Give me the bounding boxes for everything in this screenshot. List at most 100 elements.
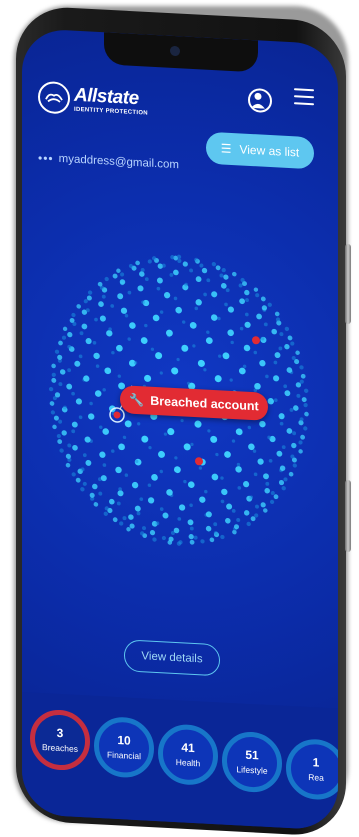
globe-dot — [62, 326, 68, 332]
globe-dot — [205, 337, 213, 345]
wrench-icon: 🔧 — [129, 392, 145, 408]
globe-dot — [82, 481, 87, 486]
globe-dot — [92, 483, 98, 490]
globe-dot — [144, 277, 149, 282]
category-label: Lifestyle — [236, 763, 268, 776]
globe-dot — [81, 323, 88, 330]
globe-dot — [246, 521, 251, 527]
globe-dot — [278, 346, 283, 351]
globe-dot — [186, 381, 191, 385]
globe-dot — [274, 352, 281, 359]
globe-dot — [93, 502, 99, 507]
globe-dot — [284, 343, 290, 350]
globe-dot — [269, 499, 275, 505]
globe-dot — [290, 454, 295, 459]
globe-dot — [187, 519, 194, 526]
allstate-logo[interactable]: Allstate IDENTITY PROTECTION — [38, 80, 148, 119]
globe-dot — [66, 383, 73, 390]
globe-dot — [242, 364, 247, 369]
globe-dot — [139, 271, 145, 277]
globe-dot — [286, 367, 293, 373]
globe-dot — [301, 397, 307, 403]
globe-dot — [171, 367, 179, 375]
globe-dot — [278, 413, 285, 420]
globe-dot — [206, 278, 211, 283]
globe-dot — [291, 356, 296, 361]
globe-dot — [65, 462, 71, 468]
globe-dot — [159, 310, 164, 314]
globe-dot — [97, 281, 103, 287]
globe-dot — [104, 367, 112, 375]
view-as-list-button[interactable]: ☰ View as list — [206, 131, 314, 170]
globe-dot — [162, 512, 169, 519]
globe-dot — [240, 277, 245, 283]
globe-dot — [274, 311, 280, 317]
globe-dot — [89, 401, 93, 406]
globe-dot — [173, 296, 178, 301]
globe-dot — [111, 449, 115, 453]
globe-dot — [124, 313, 129, 318]
globe-dot — [155, 352, 163, 360]
globe-dot — [71, 391, 75, 396]
globe-dot — [156, 277, 163, 284]
category-count: 3 — [56, 726, 64, 741]
globe-dot — [217, 316, 221, 321]
globe-dot — [87, 290, 93, 295]
globe-dot — [129, 523, 135, 529]
phone-screen: Allstate IDENTITY PROTECTION ••• myaddre… — [22, 28, 338, 831]
account-email: ••• myaddress@gmail.com — [38, 151, 179, 172]
category-label: Financial — [106, 749, 142, 761]
globe-dot — [98, 301, 104, 307]
globe-dot — [295, 350, 300, 355]
globe-dot — [71, 312, 76, 318]
globe-dot — [201, 267, 208, 274]
globe-dot — [243, 481, 250, 488]
globe-dot — [231, 508, 236, 513]
globe-dot — [300, 373, 306, 379]
globe-dot — [79, 331, 84, 336]
allstate-hands-icon — [38, 80, 70, 115]
globe-dot — [137, 422, 141, 426]
globe-dot — [178, 504, 186, 511]
globe-dot — [116, 344, 123, 352]
globe-dot — [299, 365, 304, 370]
category-count: 10 — [117, 733, 131, 749]
globe-dot — [257, 458, 264, 465]
globe-dot — [57, 354, 63, 360]
category-count: 1 — [312, 755, 320, 770]
globe-dot — [182, 320, 186, 324]
globe-dot — [118, 487, 122, 491]
globe-dot — [187, 481, 195, 489]
globe-dot — [267, 435, 271, 440]
hamburger-menu-icon[interactable] — [294, 88, 314, 107]
globe-dot — [51, 363, 56, 369]
globe-dot — [173, 269, 179, 276]
globe-dot — [156, 286, 161, 291]
globe-dot — [210, 314, 218, 321]
globe-dot — [57, 439, 63, 444]
globe-dot — [165, 329, 173, 337]
globe-dot — [220, 476, 224, 480]
volume-button — [345, 244, 351, 324]
globe-dot — [232, 271, 237, 277]
globe-dot — [163, 292, 171, 299]
user-icon[interactable] — [248, 87, 272, 114]
globe-dot — [207, 429, 211, 433]
globe-dot — [144, 374, 152, 382]
view-details-button[interactable]: View details — [124, 639, 220, 677]
globe-dot — [108, 498, 115, 505]
category-count: 51 — [245, 748, 259, 763]
globe-dot — [59, 369, 66, 375]
globe-dot — [140, 531, 145, 536]
globe-dot — [225, 288, 230, 293]
globe-dot — [206, 330, 210, 334]
globe-dot — [117, 374, 121, 378]
globe-dot — [152, 314, 160, 322]
globe-dot — [61, 335, 67, 340]
globe-dot — [76, 304, 81, 309]
globe-dot — [148, 445, 152, 450]
globe-dot — [230, 340, 234, 345]
camera-icon — [170, 45, 180, 57]
globe-dot — [52, 424, 57, 430]
globe-dot — [273, 375, 280, 382]
